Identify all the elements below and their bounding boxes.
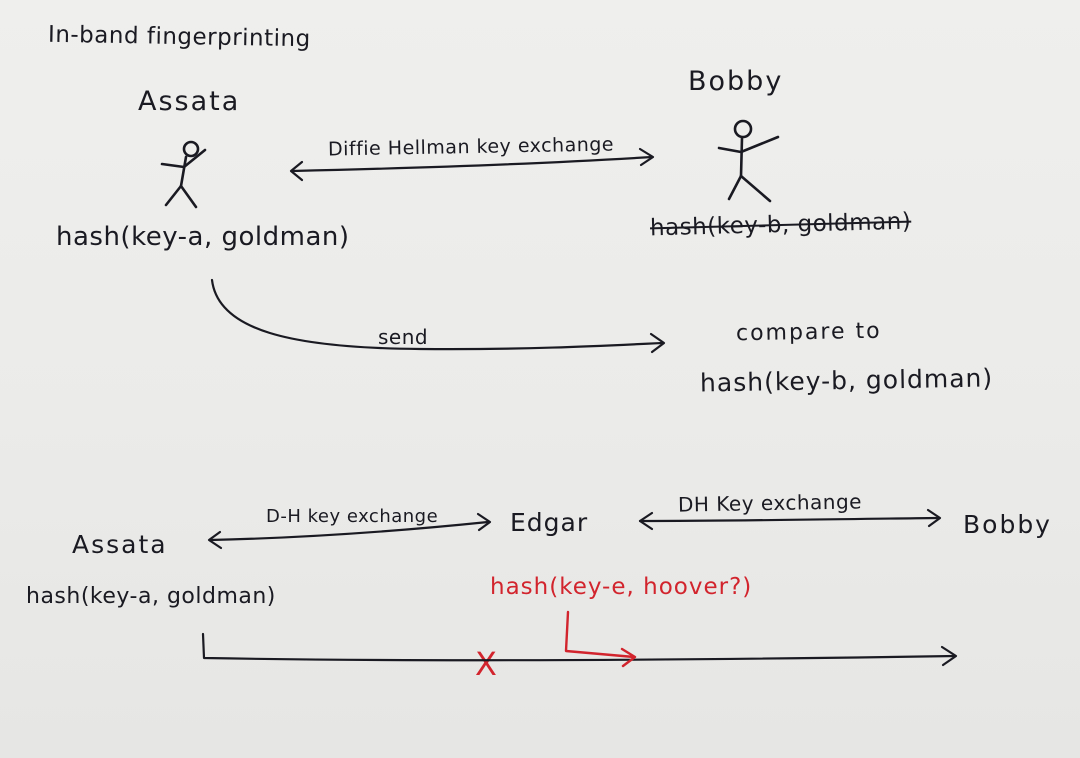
- dh-right-arrow: [638, 508, 942, 531]
- dh-exchange-arrow: [289, 147, 655, 182]
- bobby-left-leg: [727, 174, 743, 201]
- ink-dot: [573, 363, 576, 366]
- assata-stick-figure: [160, 140, 207, 209]
- send-arrow: [210, 278, 666, 354]
- edgar-redirect-arrow: [564, 610, 637, 668]
- bobby-body: [739, 136, 744, 178]
- bobby-right-leg: [739, 174, 772, 203]
- long-send-arrow-shaft: [201, 632, 957, 662]
- whiteboard-sheet: In-band fingerprinting Assata Bobby Diff…: [0, 0, 1080, 758]
- bobby-arms: [717, 135, 780, 154]
- long-send-arrow: [201, 632, 958, 667]
- assata-head: [182, 140, 200, 158]
- assata-left-leg: [164, 184, 183, 207]
- bobby-stick-figure: [717, 119, 780, 203]
- diagram-strokes: [160, 119, 958, 668]
- dh-left-arrow: [207, 512, 492, 550]
- bobby-head: [733, 119, 753, 139]
- assata-right-leg: [179, 184, 198, 209]
- dh-left-arrow-shaft: [208, 520, 490, 542]
- dh-arrow-shaft: [290, 155, 654, 173]
- dh-right-arrow-shaft: [638, 516, 940, 523]
- send-arrow-shaft: [210, 278, 664, 351]
- assata-body: [179, 155, 188, 188]
